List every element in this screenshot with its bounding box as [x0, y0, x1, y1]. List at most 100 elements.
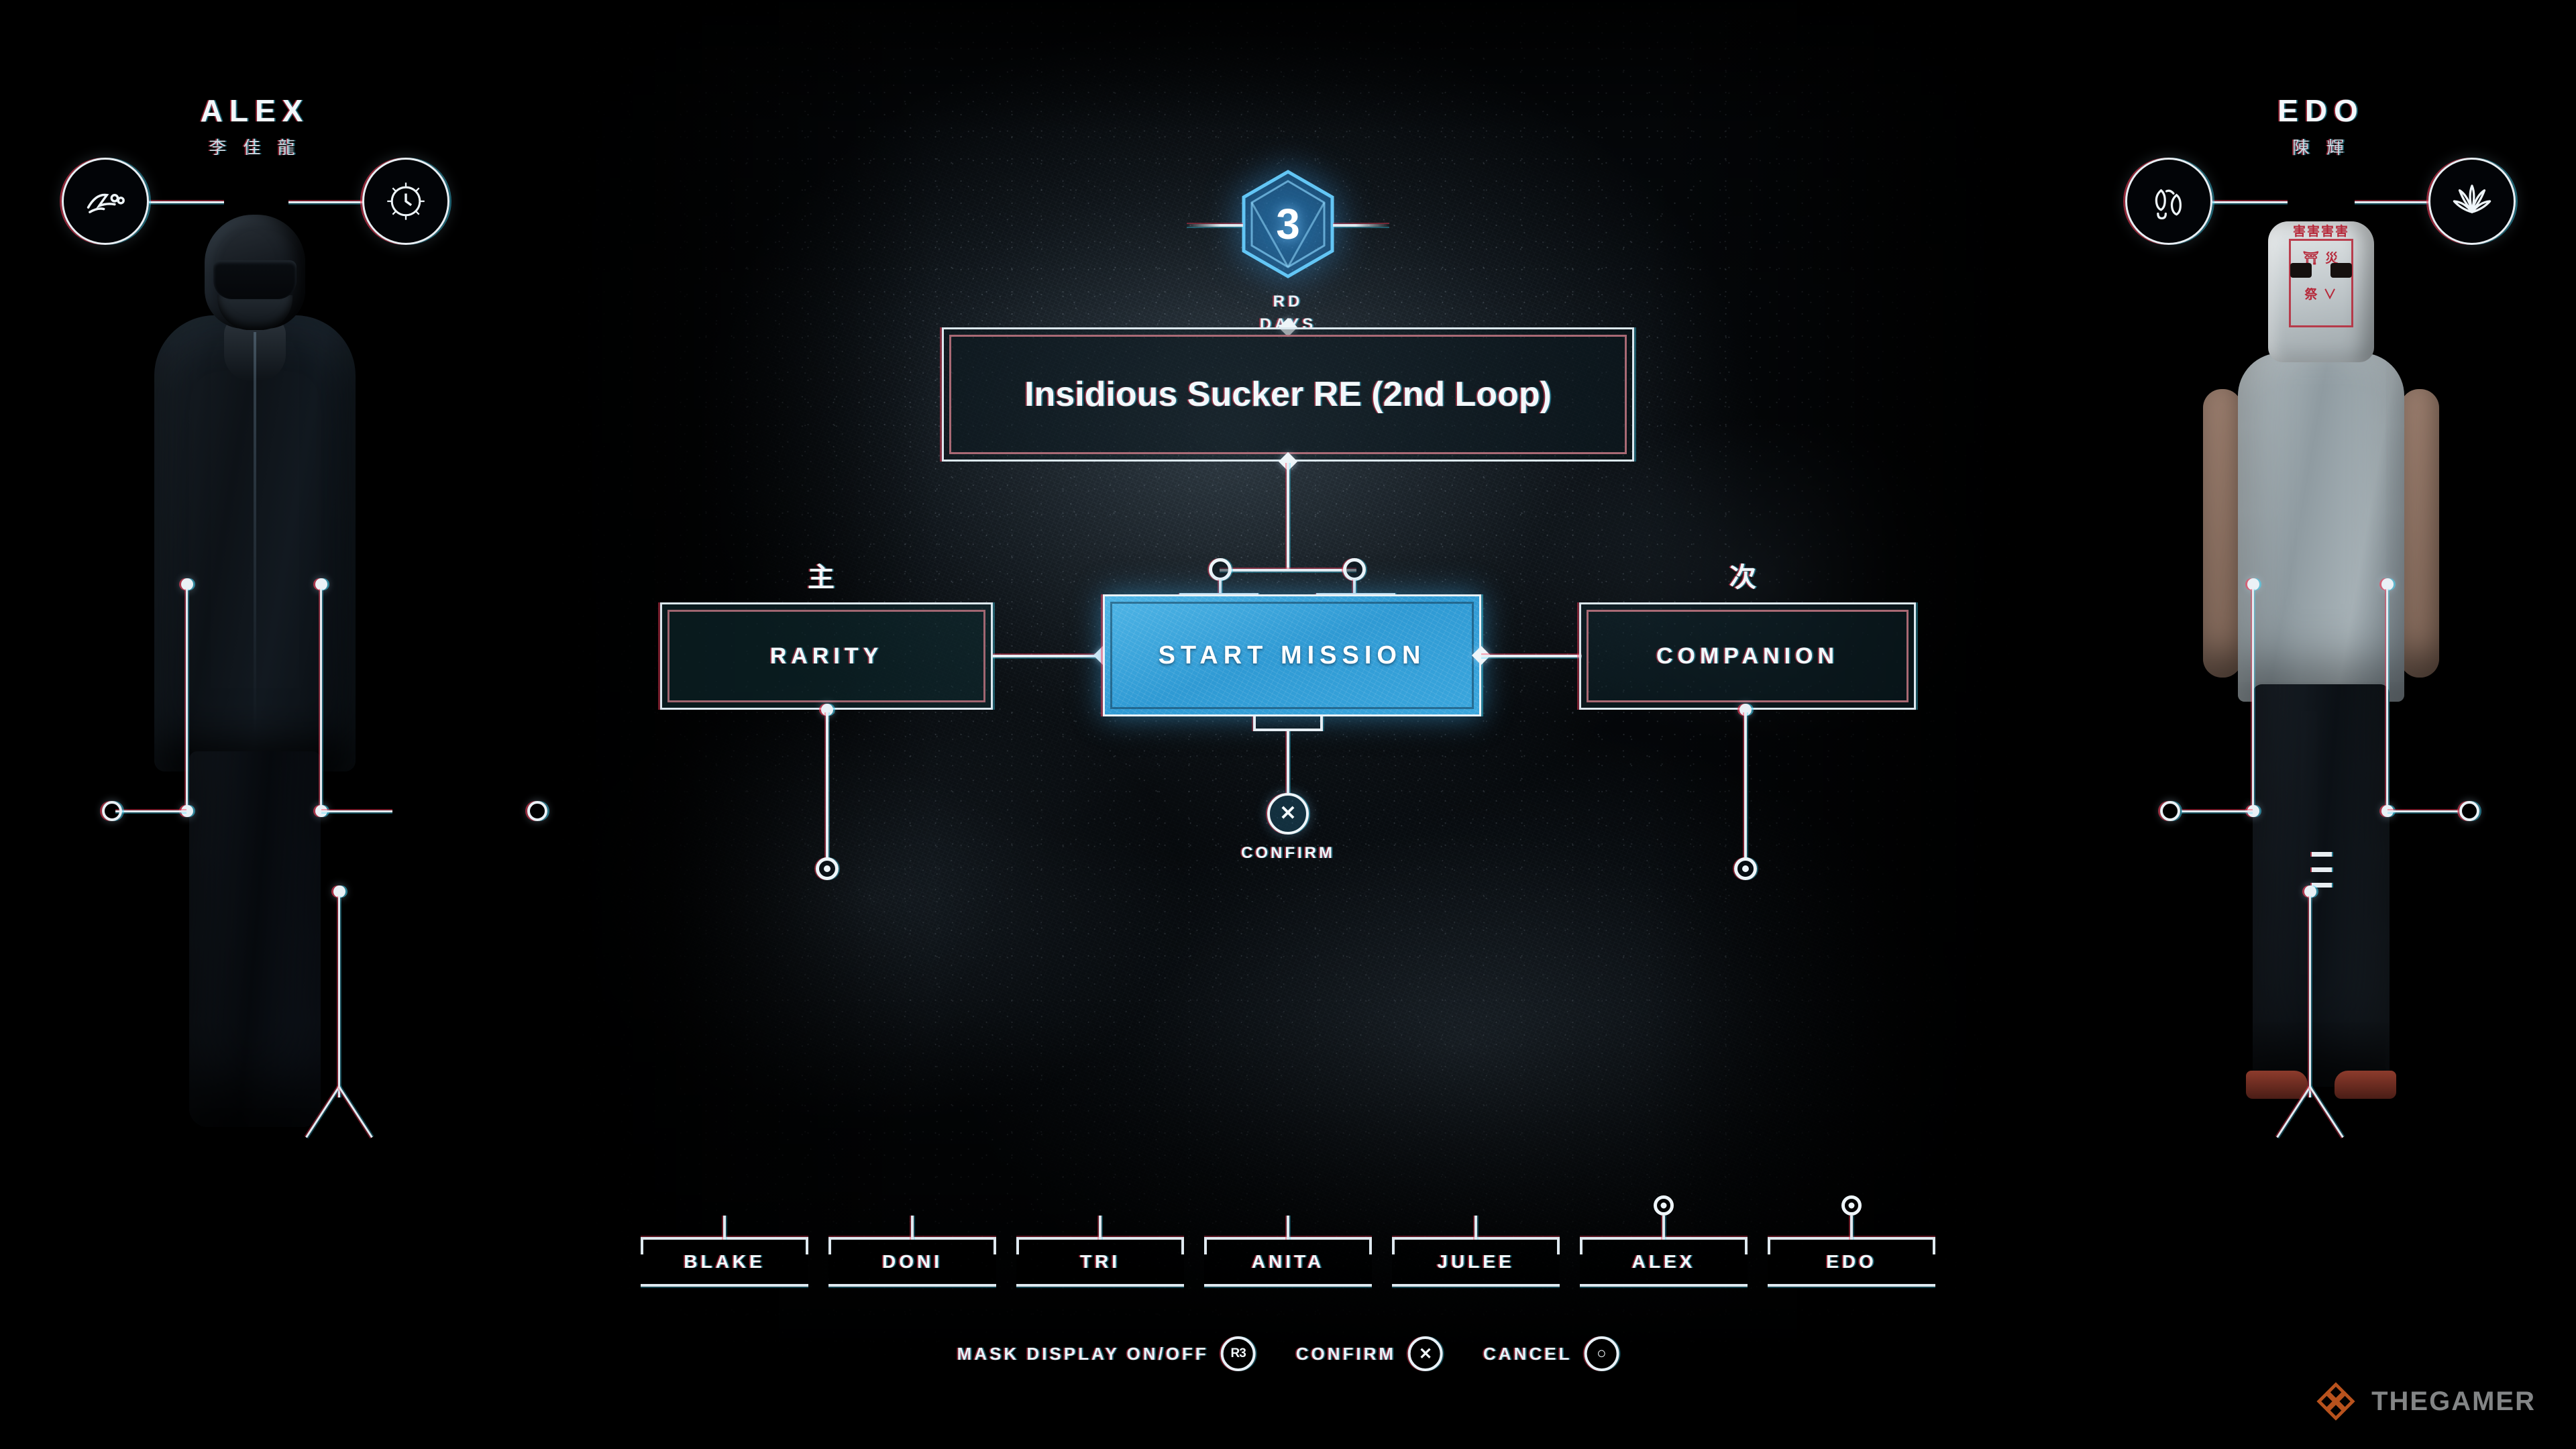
- character-tab-edo[interactable]: EDO: [1768, 1195, 1935, 1287]
- rig-line-hand-left: [2182, 810, 2253, 812]
- character-tab-stem: [1287, 1216, 1289, 1240]
- mission-title-text: Insidious Sucker RE (2nd Loop): [1024, 375, 1552, 414]
- character-name-right: EDO: [2277, 93, 2365, 128]
- rig-slot-right[interactable]: [527, 801, 547, 821]
- kanji-primary: 主: [808, 563, 835, 592]
- character-tab-tri[interactable]: TRI: [1016, 1216, 1184, 1287]
- character-tab-anita[interactable]: ANITA: [1204, 1216, 1372, 1287]
- edo-pant-stripes: [2312, 852, 2332, 912]
- game-screen: ALEX 李 佳 龍 EDO 陳 輝 害害害害 ⛩ 災 祭 ∨ 3 RD Ins…: [0, 0, 2576, 1449]
- trait-badge-footprints-icon[interactable]: [2125, 158, 2212, 245]
- connector-rarity-to-start: [993, 655, 1103, 657]
- rig-line-arm-right: [2386, 589, 2388, 810]
- footer-hint-label: CANCEL: [1483, 1343, 1572, 1364]
- trait-connector-left-1: [149, 201, 224, 203]
- alex-legs: [189, 751, 321, 1127]
- character-name-left: ALEX: [200, 93, 310, 128]
- character-tab-stem: [911, 1216, 914, 1240]
- trait-connector-left-2: [288, 201, 364, 203]
- character-tab-label: ALEX: [1631, 1251, 1696, 1272]
- footer-hint-label: CONFIRM: [1295, 1343, 1397, 1364]
- character-tab-stem: [1850, 1216, 1853, 1240]
- rarity-button[interactable]: RARITY: [660, 602, 993, 710]
- day-rule-left: [1187, 224, 1243, 227]
- connector-title-to-start: [1287, 463, 1289, 570]
- rig-slot-left[interactable]: [2160, 801, 2180, 821]
- edo-shoe-right: [2334, 1071, 2396, 1099]
- trait-badge-wing-icon[interactable]: [62, 158, 149, 245]
- mission-title-panel[interactable]: Insidious Sucker RE (2nd Loop): [942, 327, 1634, 462]
- day-ordinal: RD: [1273, 292, 1303, 311]
- confirm-button[interactable]: ✕: [1267, 793, 1309, 835]
- companion-slot-node[interactable]: [1734, 857, 1757, 880]
- rarity-label: RARITY: [769, 643, 883, 669]
- branch-node-left[interactable]: [1209, 558, 1232, 581]
- rarity-slot-node[interactable]: [816, 857, 839, 880]
- rarity-inner: RARITY: [667, 610, 985, 702]
- rig-line-hand-left: [115, 810, 186, 812]
- companion-label: COMPANION: [1656, 643, 1839, 669]
- edo-arm-left: [2203, 389, 2242, 678]
- trait-badge-lotus-icon[interactable]: [2428, 158, 2516, 245]
- character-tab-label: BLAKE: [684, 1251, 765, 1272]
- trait-connector-right-2: [2355, 201, 2430, 203]
- edo-shoe-left: [2246, 1071, 2308, 1099]
- edo-mask-text-line1: 害害害害: [2292, 225, 2349, 239]
- alex-lapel: [254, 332, 256, 735]
- edo-mask-eyeholes: [2290, 263, 2352, 279]
- footer-hint-button--icon[interactable]: ✕: [1408, 1336, 1444, 1371]
- alex-helmet-visor: [213, 260, 297, 299]
- edo-mask-text-line3: 祭 ∨: [2304, 288, 2338, 302]
- connector-start-to-confirm: [1287, 731, 1289, 794]
- character-tab-selected-indicator: [1654, 1195, 1674, 1216]
- edo-paper-bag-mask: 害害害害 ⛩ 災 祭 ∨: [2268, 221, 2374, 362]
- character-tab-label: TRI: [1079, 1251, 1121, 1272]
- rig-slot-right[interactable]: [2459, 801, 2479, 821]
- rig-line-arm-right: [320, 589, 322, 810]
- character-tab-doni[interactable]: DONI: [828, 1216, 996, 1287]
- character-tab-stem: [723, 1216, 726, 1240]
- edo-arm-right: [2400, 389, 2439, 678]
- character-model-alex: [114, 215, 396, 1134]
- wing-icon: [87, 193, 125, 213]
- footer-hint-label: MASK DISPLAY ON/OFF: [957, 1343, 1209, 1364]
- footer-hint[interactable]: MASK DISPLAY ON/OFF R3: [957, 1336, 1256, 1371]
- character-tab-julee[interactable]: JULEE: [1392, 1216, 1560, 1287]
- character-tab-alex[interactable]: ALEX: [1580, 1195, 1748, 1287]
- footer-hint-button-r3-icon[interactable]: R3: [1220, 1336, 1256, 1371]
- character-tab-label: EDO: [1826, 1251, 1877, 1272]
- footprints-icon: [2155, 189, 2182, 220]
- character-tab-stem: [1474, 1216, 1477, 1240]
- rig-line-spine-lower: [338, 896, 340, 1097]
- trait-badge-sunburst-icon[interactable]: [362, 158, 449, 245]
- character-model-edo: 害害害害 ⛩ 災 祭 ∨: [2187, 221, 2455, 1134]
- character-tab-label: ANITA: [1251, 1251, 1325, 1272]
- rig-line-arm-left: [2252, 589, 2254, 810]
- character-tab-label: JULEE: [1437, 1251, 1515, 1272]
- character-tab-blake[interactable]: BLAKE: [641, 1216, 808, 1287]
- connector-start-to-companion: [1481, 655, 1582, 657]
- kanji-secondary: 次: [1729, 563, 1756, 592]
- rig-line-arm-left: [186, 589, 188, 810]
- start-mission-label: START MISSION: [1158, 641, 1426, 669]
- rig-slot-left[interactable]: [102, 801, 122, 821]
- character-native-name-left: 李 佳 龍: [209, 138, 301, 158]
- branch-node-right[interactable]: [1343, 558, 1366, 581]
- connector-rarity-down: [826, 712, 828, 860]
- edo-tank-top: [2238, 353, 2404, 702]
- character-tab-stem: [1099, 1216, 1102, 1240]
- character-tab-selected-indicator: [1841, 1195, 1862, 1216]
- day-number: 3: [1276, 200, 1300, 248]
- start-mission-button[interactable]: START MISSION: [1103, 594, 1481, 716]
- rig-line-hand-right: [2387, 810, 2459, 812]
- rig-line-spine-lower: [2309, 896, 2311, 1097]
- footer-hint-button--icon[interactable]: ○: [1584, 1336, 1619, 1371]
- footer-hint[interactable]: CONFIRM ✕: [1295, 1336, 1444, 1371]
- watermark-text: THEGAMER: [2371, 1386, 2536, 1416]
- footer-hint[interactable]: CANCEL ○: [1483, 1336, 1619, 1371]
- watermark: THEGAMER: [2315, 1381, 2536, 1422]
- bracket-confirm: [1253, 716, 1323, 731]
- companion-button[interactable]: COMPANION: [1579, 602, 1916, 710]
- confirm-cross-icon: ✕: [1279, 802, 1297, 824]
- mission-title-inner: Insidious Sucker RE (2nd Loop): [949, 335, 1627, 454]
